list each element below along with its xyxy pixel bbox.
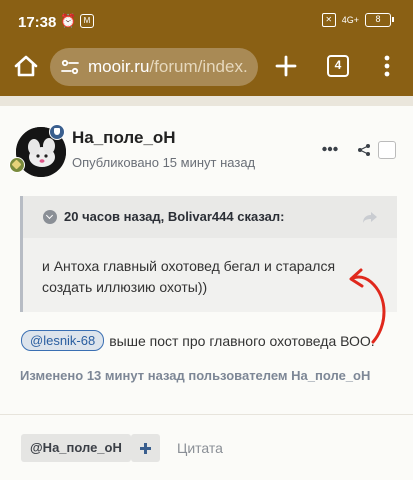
sim-icon: M xyxy=(80,14,94,28)
quote-button[interactable]: Цитата xyxy=(177,440,223,456)
add-multiquote-button[interactable] xyxy=(131,434,160,462)
url-path: /forum/index. xyxy=(149,57,248,76)
post-body: @lesnik-68 выше пост про главного охотов… xyxy=(21,330,375,351)
home-icon[interactable] xyxy=(12,52,40,80)
mention-author-button[interactable]: @На_поле_оН xyxy=(21,434,131,462)
menu-icon[interactable] xyxy=(380,54,394,78)
status-right: ✕ 4G+ 8 xyxy=(321,13,394,27)
chevron-down-icon[interactable] xyxy=(43,210,57,224)
toolbar-divider xyxy=(0,96,413,106)
mute-icon: ✕ xyxy=(321,13,336,27)
url-text: mooir.ru/forum/index. xyxy=(88,57,248,77)
status-bar: 17:38 ⏰ M ✕ 4G+ 8 xyxy=(0,0,413,40)
edited-note: Изменено 13 минут назад пользователем На… xyxy=(20,368,371,383)
user-mention[interactable]: @lesnik-68 xyxy=(21,330,105,351)
post-author[interactable]: На_поле_оН xyxy=(72,128,176,148)
network-label: 4G+ xyxy=(341,14,359,25)
alarm-icon: ⏰ xyxy=(60,13,77,28)
post-published: Опубликовано 15 минут назад xyxy=(72,155,256,170)
battery-icon: 8 xyxy=(365,13,394,27)
reply-arrow-icon[interactable] xyxy=(362,210,378,224)
share-icon[interactable] xyxy=(357,143,371,157)
multi-select-checkbox[interactable] xyxy=(378,141,396,159)
quote-citation: 20 часов назад, Bolivar444 сказал: xyxy=(64,209,285,224)
quote-block: 20 часов назад, Bolivar444 сказал: и Ант… xyxy=(20,196,397,312)
quote-text: и Антоха главный охотовед бегал и старал… xyxy=(42,258,336,295)
moderator-shield-icon xyxy=(49,124,65,140)
status-time: 17:38 xyxy=(18,14,57,31)
address-bar[interactable]: mooir.ru/forum/index. xyxy=(50,48,258,86)
tabs-icon[interactable]: 4 xyxy=(327,55,349,77)
url-host: mooir.ru xyxy=(88,57,150,76)
footer-divider xyxy=(0,414,413,415)
quote-header: 20 часов назад, Bolivar444 сказал: xyxy=(23,196,397,238)
more-icon[interactable] xyxy=(322,146,338,152)
browser-chrome: 17:38 ⏰ M ✕ 4G+ 8 mooir.ru/forum/index. … xyxy=(0,0,413,96)
new-tab-plus-icon[interactable] xyxy=(273,53,299,79)
browser-toolbar: mooir.ru/forum/index. 4 xyxy=(0,40,413,96)
post-body-text: выше пост про главного охотоведа ВОО. xyxy=(109,332,375,349)
rank-badge-icon xyxy=(9,157,25,173)
site-settings-icon[interactable] xyxy=(60,57,80,77)
